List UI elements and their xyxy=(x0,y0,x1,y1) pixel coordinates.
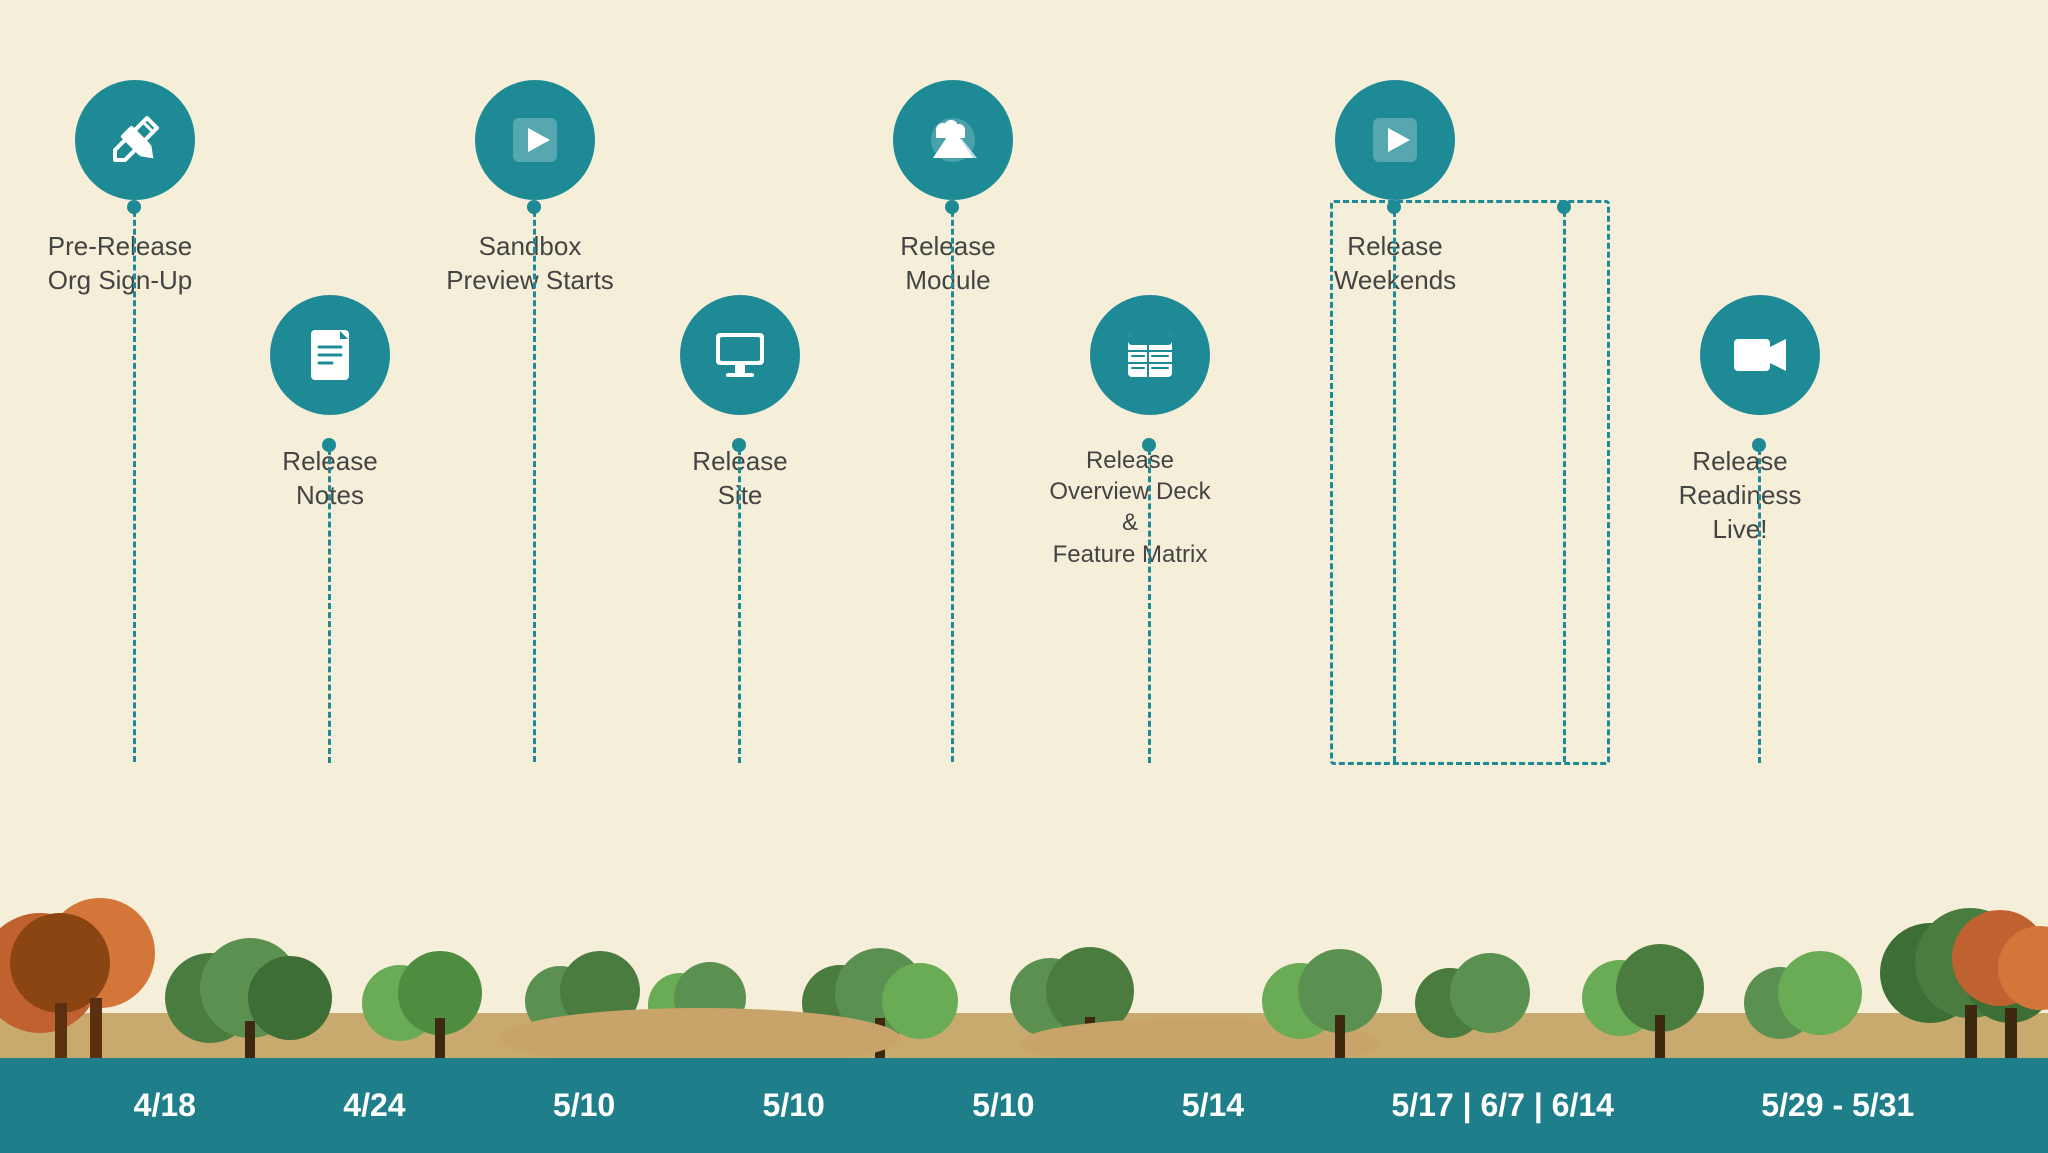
release-notes-icon-container xyxy=(270,295,390,415)
weekends-dot-right xyxy=(1557,200,1571,214)
release-module-icon-container xyxy=(893,80,1013,200)
video-icon xyxy=(1730,325,1790,385)
date-label-6: 5/17 | 6/7 | 6/14 xyxy=(1391,1087,1614,1124)
pencil-icon xyxy=(105,110,165,170)
release-readiness-line xyxy=(1758,440,1761,763)
weekends-line-left xyxy=(1393,202,1396,762)
play-icon-weekends xyxy=(1365,110,1425,170)
date-label-3: 5/10 xyxy=(763,1087,825,1124)
release-overview-icon-container xyxy=(1090,295,1210,415)
release-notes-icon xyxy=(270,295,390,415)
pre-release-icon xyxy=(75,80,195,200)
weekend-rect xyxy=(1330,200,1610,765)
release-site-icon xyxy=(680,295,800,415)
release-module-icon xyxy=(893,80,1013,200)
date-bar: 4/18 4/24 5/10 5/10 5/10 5/14 5/17 | 6/7… xyxy=(0,1058,2048,1153)
monitor-icon xyxy=(710,325,770,385)
release-overview-dot xyxy=(1142,438,1156,452)
sandbox-preview-label: SandboxPreview Starts xyxy=(440,230,620,298)
sandbox-preview-icon-container xyxy=(475,80,595,200)
release-module-dot xyxy=(945,200,959,214)
sandbox-preview-icon xyxy=(475,80,595,200)
pre-release-icon-container xyxy=(75,80,195,200)
date-label-2: 5/10 xyxy=(553,1087,615,1124)
release-site-icon-container xyxy=(680,295,800,415)
play-icon-sandbox xyxy=(505,110,565,170)
release-module-line xyxy=(951,202,954,762)
date-label-1: 4/24 xyxy=(343,1087,405,1124)
release-overview-label: ReleaseOverview Deck &Feature Matrix xyxy=(1040,445,1220,570)
pre-release-label: Pre-ReleaseOrg Sign-Up xyxy=(30,230,210,298)
release-readiness-dot xyxy=(1752,438,1766,452)
release-notes-dot xyxy=(322,438,336,452)
date-label-0: 4/18 xyxy=(134,1087,196,1124)
weekends-dot-left xyxy=(1387,200,1401,214)
pre-release-line xyxy=(133,202,136,762)
release-readiness-icon-container xyxy=(1700,295,1820,415)
main-container: Pre-ReleaseOrg Sign-Up ReleaseNotes xyxy=(0,0,2048,1153)
list-icon xyxy=(1120,325,1180,385)
date-label-4: 5/10 xyxy=(972,1087,1034,1124)
release-readiness-icon xyxy=(1700,295,1820,415)
document-icon xyxy=(300,325,360,385)
release-site-dot xyxy=(732,438,746,452)
mountain-icon xyxy=(923,110,983,170)
release-readiness-label: Release ReadinessLive! xyxy=(1650,445,1830,546)
sandbox-preview-line xyxy=(533,202,536,762)
date-label-5: 5/14 xyxy=(1182,1087,1244,1124)
pre-release-dot xyxy=(127,200,141,214)
release-weekends-icon-container xyxy=(1335,80,1455,200)
release-overview-icon xyxy=(1090,295,1210,415)
trees-decoration xyxy=(0,843,2048,1063)
release-notes-line xyxy=(328,440,331,763)
release-overview-line xyxy=(1148,440,1151,763)
weekends-line-right xyxy=(1563,202,1566,762)
date-label-7: 5/29 - 5/31 xyxy=(1761,1087,1914,1124)
release-site-line xyxy=(738,440,741,763)
release-module-label: ReleaseModule xyxy=(858,230,1038,298)
release-weekends-icon xyxy=(1335,80,1455,200)
sandbox-preview-dot xyxy=(527,200,541,214)
